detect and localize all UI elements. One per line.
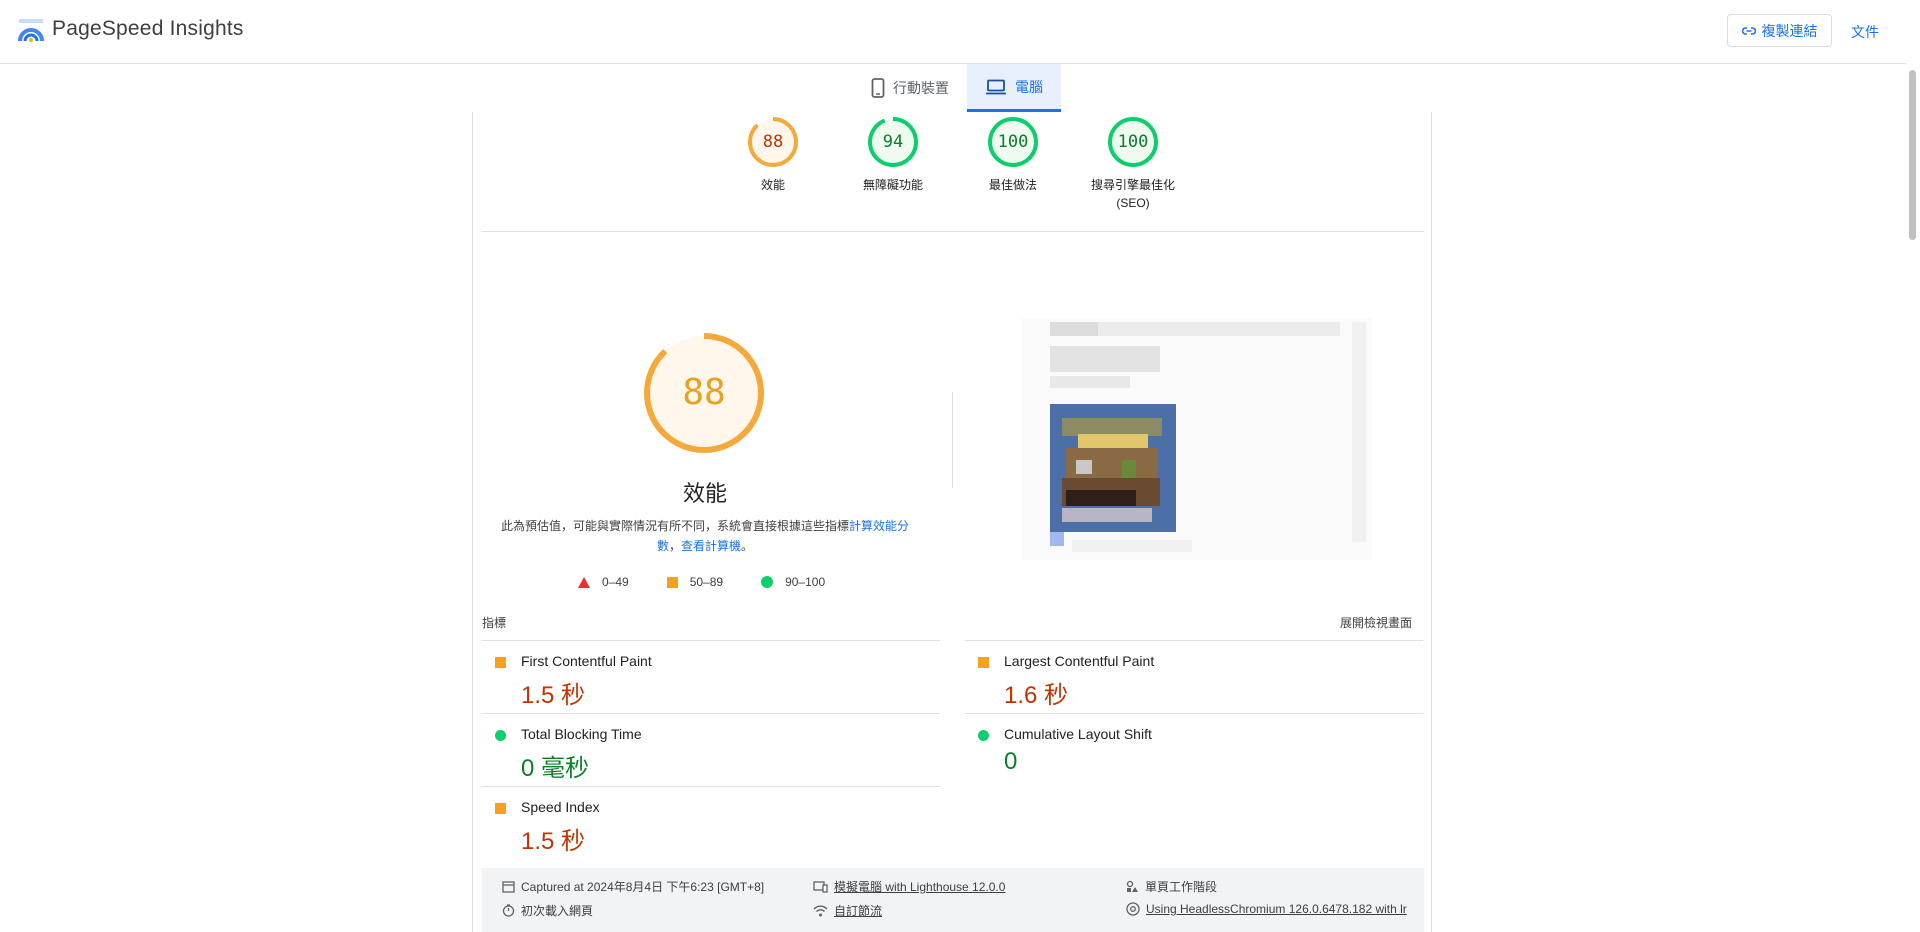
pagespeed-logo-icon[interactable] (18, 18, 44, 44)
score-label-line1: 搜尋引擎最佳化 (1090, 178, 1175, 192)
section-divider (482, 231, 1424, 232)
metric-cls[interactable]: Cumulative Layout Shift 0 (965, 713, 1423, 786)
calendar-icon (502, 881, 515, 893)
desc-text: 此為預估值，可能與實際情況有所不同，系統會直接根據這些指標 (500, 519, 849, 533)
desc-end: 。 (741, 539, 754, 553)
average-square-icon (495, 657, 506, 668)
metric-tbt[interactable]: Total Blocking Time 0 毫秒 (482, 713, 940, 786)
metric-value: 0 (1004, 748, 1018, 775)
metric-name: Speed Index (521, 799, 600, 815)
emulated-device-info[interactable]: 模擬電腦 with Lighthouse 12.0.0 (813, 878, 1005, 895)
score-gauge-best-practices[interactable]: 100 最佳做法 (958, 116, 1068, 194)
metric-speed-index[interactable]: Speed Index 1.5 秒 (482, 786, 940, 859)
wifi-icon (813, 905, 828, 916)
metric-value: 0 毫秒 (521, 755, 590, 782)
copy-link-button[interactable]: 複製連結 (1727, 14, 1832, 47)
score-gauge-performance[interactable]: 88 效能 (718, 116, 828, 194)
browser-info[interactable]: Using HeadlessChromium 126.0.6478.182 wi… (1126, 902, 1407, 916)
page-screenshot-thumbnail[interactable] (1022, 318, 1372, 560)
docs-link[interactable]: 文件 (1851, 22, 1879, 42)
performance-description: 此為預估值，可能與實際情況有所不同，系統會直接根據這些指標計算效能分數，查看計算… (500, 516, 910, 556)
legend-fail: 0–49 (578, 575, 629, 589)
legend-average: 50–89 (666, 575, 724, 589)
vertical-separator (952, 392, 953, 488)
metrics-header: 指標 (482, 616, 507, 630)
triangle-icon (578, 576, 590, 588)
metric-name: Largest Contentful Paint (1004, 653, 1155, 669)
device-tabs: 行動裝置 電腦 (853, 64, 1061, 112)
calculator-link[interactable]: 查看計算機 (681, 539, 741, 553)
metric-value: 1.5 秒 (521, 828, 586, 855)
runtime-info-panel: Captured at 2024年8月4日 下午6:23 [GMT+8] 模擬電… (482, 868, 1424, 932)
metric-value: 1.5 秒 (521, 682, 586, 709)
app-title[interactable]: PageSpeed Insights (52, 17, 244, 41)
link-icon (1741, 26, 1756, 35)
score-label: 效能 (760, 178, 785, 192)
metric-value: 1.6 秒 (1004, 682, 1069, 709)
circle-icon (761, 576, 774, 588)
average-square-icon (978, 657, 989, 668)
tab-desktop[interactable]: 電腦 (967, 64, 1061, 112)
captured-text: Captured at 2024年8月4日 下午6:23 [GMT+8] (521, 880, 765, 894)
browser-text: Using HeadlessChromium 126.0.6478.182 wi… (1146, 902, 1407, 916)
initial-load-text: 初次載入網頁 (521, 904, 594, 918)
desc-sep: ， (668, 539, 681, 553)
performance-title: 效能 (682, 481, 727, 506)
session-text: 單頁工作階段 (1145, 880, 1218, 894)
phone-icon (871, 78, 885, 98)
score-value: 94 (882, 132, 904, 152)
metric-name: Cumulative Layout Shift (1004, 726, 1152, 742)
pass-circle-icon (495, 730, 506, 741)
expand-view-toggle[interactable]: 展開檢視畫面 (1340, 614, 1412, 631)
pass-circle-icon (978, 730, 989, 741)
metric-name: Total Blocking Time (521, 726, 642, 742)
tab-desktop-label: 電腦 (1015, 78, 1043, 95)
metric-fcp[interactable]: First Contentful Paint 1.5 秒 (482, 640, 940, 713)
score-gauge-seo[interactable]: 100 搜尋引擎最佳化 (SEO) (1078, 116, 1188, 212)
average-square-icon (495, 803, 506, 814)
tab-mobile[interactable]: 行動裝置 (853, 64, 967, 112)
score-label: 搜尋引擎最佳化 (SEO) (1078, 176, 1188, 212)
score-value: 100 (1117, 132, 1149, 152)
performance-score: 88 (682, 372, 726, 413)
score-gauge-accessibility[interactable]: 94 無障礙功能 (838, 116, 948, 194)
laptop-icon (986, 79, 1006, 94)
metric-lcp[interactable]: Largest Contentful Paint 1.6 秒 (965, 640, 1423, 713)
score-value: 88 (762, 132, 784, 152)
score-value: 100 (997, 132, 1029, 152)
emulated-text: 模擬電腦 with Lighthouse 12.0.0 (834, 880, 1006, 894)
score-label: 最佳做法 (988, 178, 1037, 192)
initial-load-info: 初次載入網頁 (502, 902, 593, 919)
score-label-line2: (SEO) (1116, 196, 1150, 210)
legend-pass: 90–100 (761, 575, 825, 589)
score-legend: 0–49 50–89 90–100 (578, 575, 825, 589)
tab-mobile-label: 行動裝置 (893, 80, 949, 96)
session-icon (1126, 880, 1138, 892)
throttling-text: 自訂節流 (834, 904, 883, 918)
square-icon (666, 576, 678, 588)
throttling-info[interactable]: 自訂節流 (813, 902, 882, 919)
devices-icon (813, 880, 828, 893)
legend-pass-range: 90–100 (785, 575, 826, 589)
top-bar: PageSpeed Insights 複製連結 文件 (0, 0, 1906, 64)
copy-link-label: 複製連結 (1761, 22, 1818, 39)
scrollbar-thumb[interactable] (1909, 70, 1916, 240)
legend-fail-range: 0–49 (602, 575, 629, 589)
legend-average-range: 50–89 (689, 575, 724, 589)
timer-icon (502, 904, 515, 917)
metric-name: First Contentful Paint (521, 653, 652, 669)
chrome-icon (1126, 902, 1140, 916)
score-label: 無障礙功能 (862, 178, 923, 192)
session-info: 單頁工作階段 (1126, 878, 1217, 895)
captured-info: Captured at 2024年8月4日 下午6:23 [GMT+8] (502, 878, 764, 895)
